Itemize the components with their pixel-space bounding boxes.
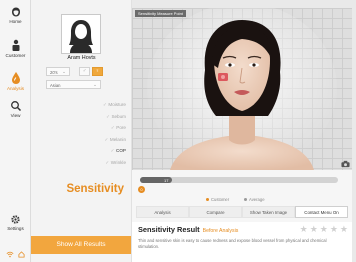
ethnicity-select[interactable]: Asian ⌄ bbox=[46, 80, 101, 89]
check-icon: ✓ bbox=[104, 136, 109, 142]
left-nav: Home Customer Analysis View Settings bbox=[0, 0, 31, 262]
metric-item-wrinkle[interactable]: ✓ Wrinkle bbox=[69, 157, 126, 169]
gender-female-button[interactable]: ♀ bbox=[92, 67, 103, 76]
metric-list: ✓ Moisture ✓ Sebum ✓ Pore ✓ Melanin ✓ COP ✓ Wr… bbox=[69, 99, 126, 169]
nav-home[interactable]: Home bbox=[0, 6, 31, 24]
chevron-down-icon: ⌄ bbox=[93, 81, 97, 87]
legend-average-label: Average bbox=[249, 197, 265, 202]
check-icon: ✓ bbox=[106, 113, 110, 119]
measurement-value: 17 bbox=[164, 178, 169, 183]
age-value: 20's bbox=[50, 69, 58, 75]
average-marker[interactable]: 0 bbox=[138, 186, 145, 193]
star-icon: ★ bbox=[339, 224, 348, 234]
nav-customer-label: Customer bbox=[5, 53, 26, 58]
result-subtitle: Before Analysis bbox=[202, 228, 239, 234]
result-heading: Sensitivity Result Before Analysis bbox=[138, 225, 238, 234]
nav-settings-label: Settings bbox=[7, 226, 24, 231]
camera-icon[interactable] bbox=[341, 160, 350, 168]
metric-item-melanin[interactable]: ✓ Melanin bbox=[69, 134, 126, 146]
metric-label: Melanin bbox=[109, 136, 126, 142]
legend-average: Average bbox=[244, 197, 265, 202]
nav-view[interactable]: View bbox=[0, 100, 31, 118]
metric-label: Moisture bbox=[108, 102, 126, 107]
face-model-image bbox=[147, 8, 337, 170]
person-icon bbox=[12, 39, 19, 51]
check-icon: ✓ bbox=[103, 102, 107, 107]
tab-compare[interactable]: Compare bbox=[189, 206, 242, 218]
metric-item-pore[interactable]: ✓ Pore bbox=[69, 122, 126, 134]
rating-stars: ★ ★ ★ ★ ★ bbox=[298, 225, 348, 234]
profile-panel: Aram Hovts 20's ⌄ ♂ ♀ Asian ⌄ ✓ Moisture … bbox=[31, 0, 132, 262]
metric-item-moisture[interactable]: ✓ Moisture bbox=[69, 99, 126, 111]
gear-icon bbox=[11, 215, 20, 224]
nav-view-label: View bbox=[10, 113, 21, 118]
current-metric-title: Sensitivity bbox=[66, 183, 124, 195]
metric-label: Wrinkle bbox=[110, 159, 126, 165]
user-name: Aram Hovts bbox=[67, 55, 96, 61]
check-icon: ✓ bbox=[105, 159, 110, 165]
measurement-controls: 17 0 Customer Average Analysis Compare S… bbox=[132, 170, 352, 222]
female-icon: ♀ bbox=[95, 68, 100, 74]
droplet-icon bbox=[11, 72, 20, 84]
nav-analysis[interactable]: Analysis bbox=[0, 71, 31, 91]
nav-customer[interactable]: Customer bbox=[0, 39, 31, 58]
average-dot-icon bbox=[244, 198, 247, 201]
check-icon: ✓ bbox=[110, 125, 115, 131]
tab-contact-menu[interactable]: Contact Menu On bbox=[295, 206, 348, 218]
nav-home-label: Home bbox=[9, 19, 22, 24]
star-icon: ★ bbox=[299, 224, 308, 234]
metric-label: COP bbox=[116, 148, 126, 154]
nav-settings[interactable]: Settings bbox=[0, 214, 31, 231]
metric-item-cop[interactable]: ✓ COP bbox=[69, 145, 126, 157]
chevron-down-icon: ⌄ bbox=[62, 68, 66, 74]
nav-analysis-label: Analysis bbox=[6, 86, 25, 91]
result-section: Sensitivity Result Before Analysis ★ ★ ★ ★ ★ … bbox=[132, 222, 352, 262]
woman-silhouette-icon bbox=[69, 20, 93, 53]
status-icons bbox=[0, 251, 31, 258]
result-description: Thin and sensitive skin is easy to cause… bbox=[138, 238, 327, 249]
customer-dot-icon bbox=[206, 198, 209, 201]
face-icon bbox=[11, 7, 20, 17]
metric-item-sebum[interactable]: ✓ Sebum bbox=[69, 111, 126, 123]
legend-customer-label: Customer bbox=[211, 197, 230, 202]
wifi-icon bbox=[6, 251, 14, 258]
male-icon: ♂ bbox=[82, 68, 87, 74]
legend-customer: Customer bbox=[206, 197, 229, 202]
view-tabs: Analysis Compare Show Taken Image Contac… bbox=[136, 206, 348, 218]
face-viewer[interactable]: Sensitivity Measure Point bbox=[132, 8, 352, 170]
star-icon: ★ bbox=[329, 224, 338, 234]
ethnicity-value: Asian bbox=[50, 82, 61, 88]
avatar bbox=[61, 14, 101, 54]
home-icon[interactable] bbox=[18, 251, 25, 258]
age-select[interactable]: 20's ⌄ bbox=[46, 67, 70, 76]
tab-show-taken-image[interactable]: Show Taken Image bbox=[242, 206, 295, 218]
metric-label: Pore bbox=[116, 125, 126, 131]
star-icon: ★ bbox=[319, 224, 328, 234]
magnifier-icon bbox=[10, 101, 21, 112]
check-icon: ✓ bbox=[110, 148, 115, 154]
star-icon: ★ bbox=[309, 224, 318, 234]
metric-label: Sebum bbox=[111, 113, 126, 119]
tab-analysis[interactable]: Analysis bbox=[136, 206, 189, 218]
show-all-results-button[interactable]: Show All Results bbox=[31, 236, 131, 254]
result-title: Sensitivity Result bbox=[138, 225, 200, 234]
gender-male-button[interactable]: ♂ bbox=[79, 67, 90, 76]
